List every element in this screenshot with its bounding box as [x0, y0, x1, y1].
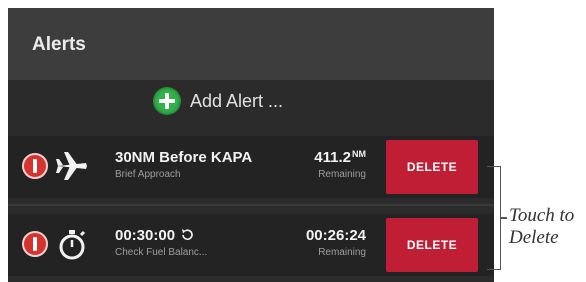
alert-title: 00:30:00 — [115, 227, 194, 244]
alert-row[interactable]: 30NM Before KAPA Brief Approach 411.2NM … — [8, 136, 494, 198]
add-alert-label: Add Alert ... — [190, 91, 284, 111]
alert-title: 30NM Before KAPA — [115, 149, 253, 166]
delete-button[interactable]: DELETE — [386, 140, 478, 194]
stopwatch-icon — [52, 224, 92, 264]
add-alert-button[interactable]: Add Alert ... — [8, 82, 494, 122]
repeat-icon — [182, 229, 193, 241]
page-title: Alerts — [32, 34, 86, 55]
alerts-header: Alerts — [8, 8, 494, 80]
alert-value: 00:26:24 — [305, 227, 366, 244]
alert-value: 411.2NM — [276, 149, 366, 166]
alert-subtitle: Check Fuel Balanc... — [115, 247, 208, 258]
callout-line-1: Touch to — [509, 205, 575, 226]
callout-bracket — [487, 166, 501, 270]
alert-row[interactable]: 00:30:00 Check Fuel Balanc... 00:26:24 R… — [8, 214, 494, 276]
row-divider — [8, 204, 494, 206]
alert-status: Remaining — [318, 169, 366, 180]
callout-text: Touch to Delete — [509, 205, 574, 249]
airplane-icon — [52, 146, 92, 186]
alert-value-number: 411.2 — [314, 149, 351, 166]
alerts-panel: Alerts Add Alert ... 30NM Before KAPA Br… — [8, 8, 494, 282]
alert-title-text: 00:30:00 — [115, 227, 176, 244]
alert-subtitle: Brief Approach — [115, 169, 181, 180]
callout-line-2: Delete — [509, 227, 559, 248]
alert-warning-icon — [22, 153, 48, 179]
alert-warning-icon — [22, 231, 48, 257]
plus-circle-icon — [153, 87, 181, 115]
delete-button[interactable]: DELETE — [386, 218, 478, 272]
alert-value-unit: NM — [352, 149, 366, 159]
alert-status: Remaining — [318, 247, 366, 258]
callout-leader — [501, 217, 507, 219]
